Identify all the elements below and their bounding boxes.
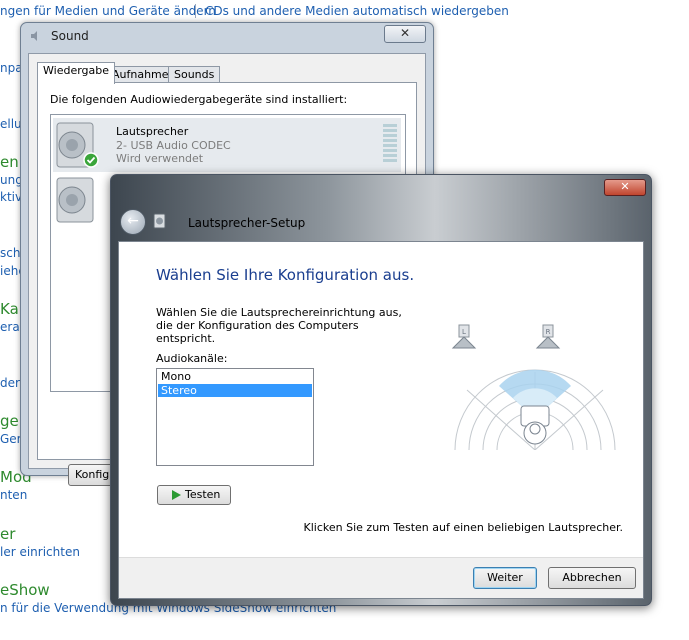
speaker-setup-icon bbox=[153, 213, 166, 229]
wizard-footer: Weiter Abbrechen bbox=[119, 557, 643, 598]
wizard-close-button[interactable]: ✕ bbox=[604, 179, 646, 196]
link-fragment[interactable]: ler einrichten bbox=[0, 545, 80, 559]
right-speaker-label: R bbox=[546, 328, 551, 336]
back-button[interactable]: ← bbox=[120, 209, 146, 235]
speaker-icon bbox=[56, 122, 99, 168]
device-status: Wird verwendet bbox=[116, 152, 204, 165]
link-fragment[interactable]: ellu bbox=[0, 117, 22, 131]
speaker-setup-dialog: ✕ ← Lautsprecher-Setup Wählen Sie Ihre K… bbox=[110, 174, 652, 606]
test-hint: Klicken Sie zum Testen auf einen beliebi… bbox=[303, 521, 623, 534]
wizard-title: Lautsprecher-Setup bbox=[188, 216, 306, 230]
next-button[interactable]: Weiter bbox=[473, 567, 537, 589]
play-icon bbox=[172, 490, 181, 500]
cancel-button[interactable]: Abbrechen bbox=[548, 567, 636, 589]
speaker-small-icon bbox=[31, 31, 37, 41]
link-fragment[interactable]: ktiv bbox=[0, 190, 22, 204]
test-button[interactable]: Testen bbox=[157, 485, 231, 505]
sound-close-button[interactable]: ✕ bbox=[384, 25, 426, 43]
tab-wiedergabe[interactable]: Wiedergabe bbox=[37, 62, 116, 84]
left-speaker-label: L bbox=[462, 328, 466, 336]
wizard-description: Wählen Sie die Lautsprechereinrichtung a… bbox=[156, 306, 402, 345]
link-media-devices[interactable]: ngen für Medien und Geräte ändern bbox=[0, 4, 216, 18]
speaker-layout-diagram: L R bbox=[451, 324, 616, 450]
installed-devices-label: Die folgenden Audiowiedergabegeräte sind… bbox=[50, 93, 348, 106]
wizard-heading: Wählen Sie Ihre Konfiguration aus. bbox=[156, 266, 415, 284]
channel-option-mono[interactable]: Mono bbox=[158, 370, 312, 383]
audio-channels-list[interactable]: Mono Stereo bbox=[156, 368, 314, 466]
tab-aufnahme[interactable]: Aufnahme bbox=[106, 66, 175, 83]
device-lautsprecher[interactable]: Lautsprecher 2- USB Audio CODEC Wird ver… bbox=[53, 118, 401, 172]
tab-sounds[interactable]: Sounds bbox=[168, 66, 221, 83]
volume-meter bbox=[383, 124, 397, 166]
section-heading[interactable]: er bbox=[0, 525, 15, 543]
device-name: Lautsprecher bbox=[116, 125, 189, 138]
section-heading[interactable]: en bbox=[0, 153, 19, 171]
device-detail: 2- USB Audio CODEC bbox=[116, 139, 231, 152]
back-arrow-icon: ← bbox=[127, 213, 139, 229]
section-heading[interactable]: eShow bbox=[0, 581, 50, 599]
link-separator bbox=[195, 4, 196, 18]
link-cds-autoplay[interactable]: CDs und andere Medien automatisch wieder… bbox=[205, 4, 509, 18]
speaker-icon bbox=[56, 177, 94, 223]
audio-channels-label: Audiokanäle: bbox=[156, 352, 228, 365]
sound-dialog-title: Sound bbox=[51, 29, 89, 43]
wizard-content: Wählen Sie Ihre Konfiguration aus. Wähle… bbox=[118, 241, 644, 599]
channel-option-stereo[interactable]: Stereo bbox=[158, 384, 312, 397]
test-button-label: Testen bbox=[185, 488, 221, 501]
link-fragment[interactable]: nten bbox=[0, 488, 27, 502]
